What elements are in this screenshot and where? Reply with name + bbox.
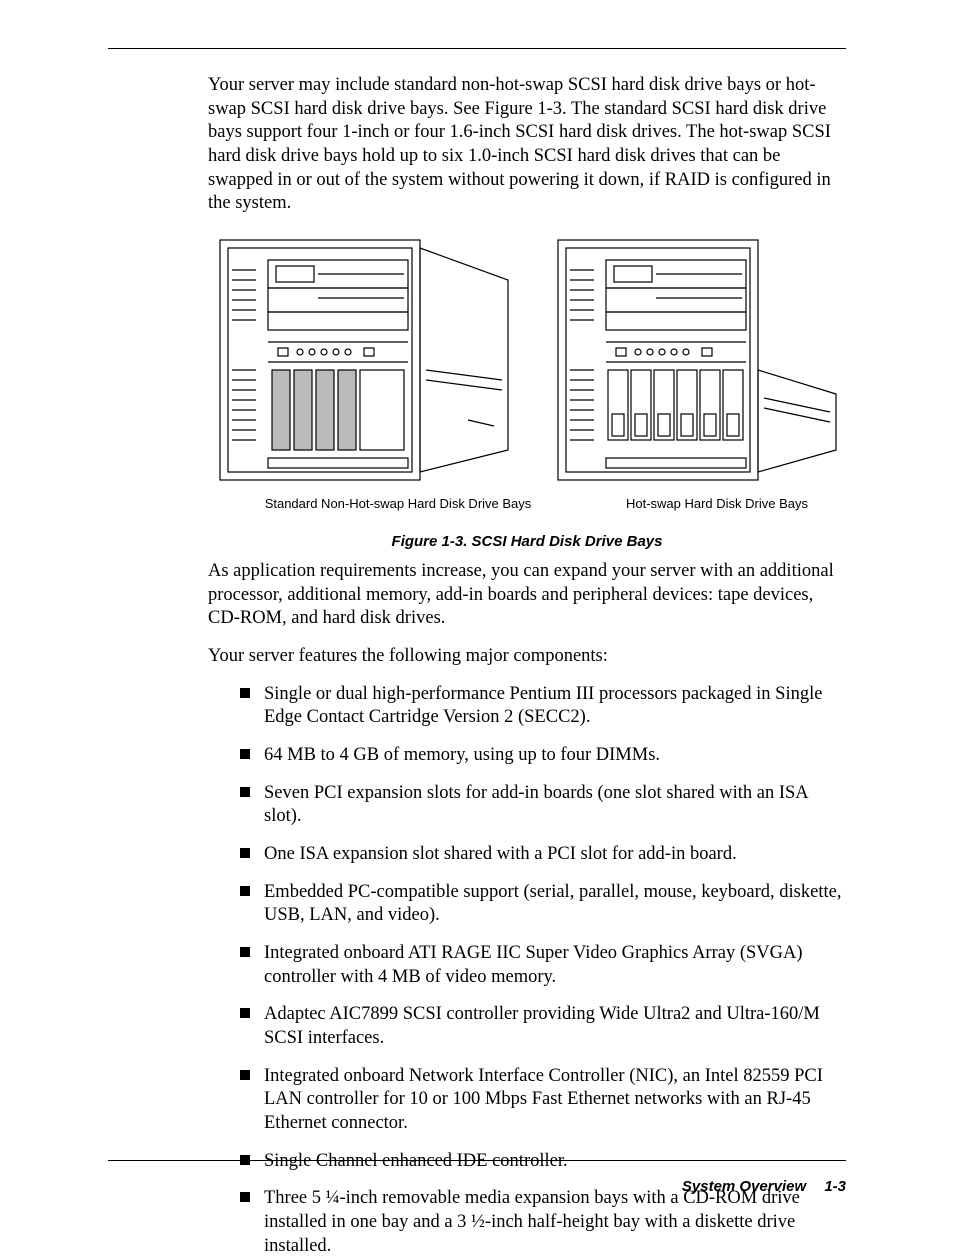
page-footer: System Overview 1-3 — [682, 1178, 846, 1195]
top-rule — [108, 48, 846, 49]
list-item: Integrated onboard ATI RAGE IIC Super Vi… — [240, 942, 846, 989]
figure-label-left: Standard Non-Hot-swap Hard Disk Drive Ba… — [208, 496, 558, 511]
list-item: Adaptec AIC7899 SCSI controller providin… — [240, 1003, 846, 1050]
footer-page-number: 1-3 — [824, 1178, 846, 1195]
server-diagram-hotswap-icon — [546, 230, 846, 490]
paragraph-2: As application requirements increase, yo… — [208, 560, 846, 631]
figure-caption: Figure 1-3. SCSI Hard Disk Drive Bays — [208, 533, 846, 550]
list-item: Single or dual high-performance Pentium … — [240, 683, 846, 730]
footer-section: System Overview — [682, 1178, 806, 1195]
list-item: Single Channel enhanced IDE controller. — [240, 1150, 846, 1174]
list-item: One ISA expansion slot shared with a PCI… — [240, 843, 846, 867]
list-item: 64 MB to 4 GB of memory, using up to fou… — [240, 744, 846, 768]
server-diagram-standard-icon — [208, 230, 528, 490]
list-item: Embedded PC-compatible support (serial, … — [240, 881, 846, 928]
paragraph-3: Your server features the following major… — [208, 645, 846, 669]
list-item: Seven PCI expansion slots for add-in boa… — [240, 782, 846, 829]
list-item: Three 5 ¼-inch removable media expansion… — [240, 1187, 846, 1258]
list-item: Integrated onboard Network Interface Con… — [240, 1065, 846, 1136]
figure-label-right: Hot-swap Hard Disk Drive Bays — [558, 496, 846, 511]
figure-1-3: Standard Non-Hot-swap Hard Disk Drive Ba… — [208, 230, 846, 550]
paragraph-1: Your server may include standard non-hot… — [208, 74, 846, 216]
